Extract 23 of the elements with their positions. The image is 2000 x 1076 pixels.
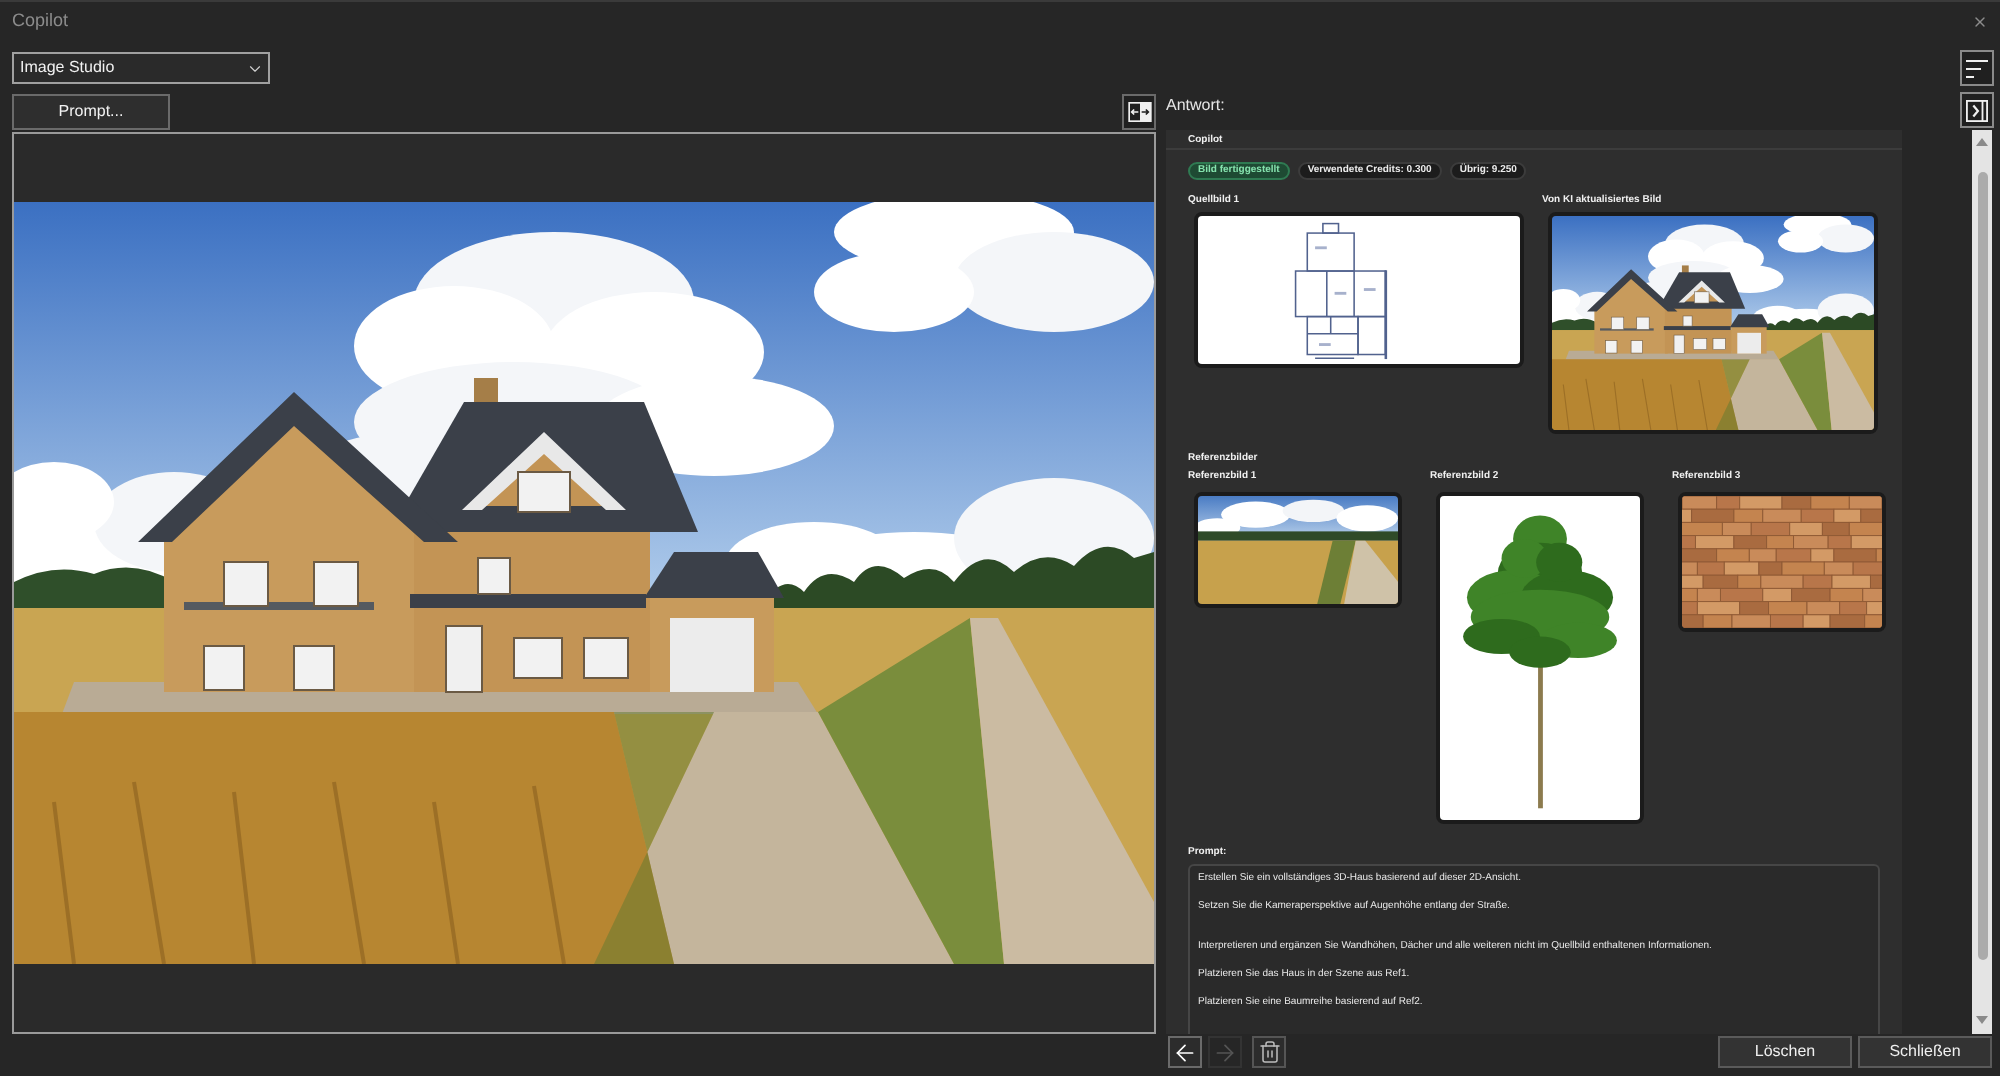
arrow-right-icon [1212, 1039, 1238, 1065]
scroll-up-icon [1976, 138, 1988, 146]
close-dialog-button[interactable]: Schließen [1858, 1036, 1992, 1068]
clear-button[interactable]: Löschen [1718, 1036, 1852, 1068]
sort-button[interactable] [1960, 50, 1994, 86]
lines-icon [1966, 59, 1988, 77]
split-view-icon [1127, 102, 1151, 122]
split-view-button[interactable] [1122, 94, 1156, 130]
window-close-button[interactable] [1970, 12, 1988, 30]
scrollbar[interactable] [1972, 130, 1992, 1034]
window-title: Copilot [12, 7, 69, 34]
response-label: Antwort: [1166, 94, 1225, 118]
delete-button[interactable] [1252, 1036, 1286, 1068]
trash-icon [1257, 1040, 1281, 1064]
collapse-panel-button[interactable] [1960, 92, 1994, 128]
mode-dropdown[interactable]: Image Studio [12, 52, 270, 84]
scroll-down-icon [1976, 1016, 1988, 1024]
close-icon [1971, 13, 1987, 29]
back-button[interactable] [1168, 1036, 1202, 1068]
prompt-button[interactable]: Prompt... [12, 94, 170, 130]
arrow-left-icon [1172, 1039, 1198, 1065]
panel-collapse-icon [1966, 99, 1988, 121]
scrollbar-thumb[interactable] [1977, 172, 1987, 960]
